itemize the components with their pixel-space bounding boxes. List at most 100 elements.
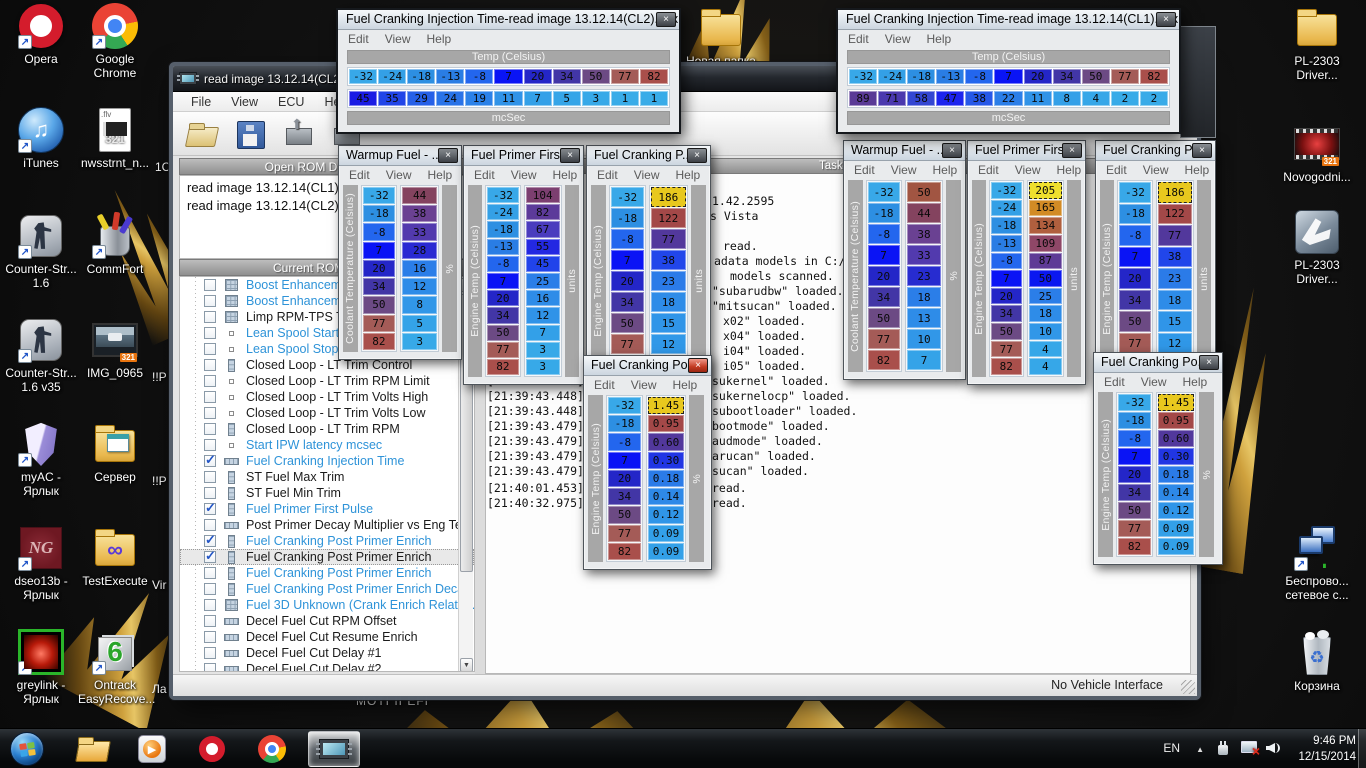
tree-row[interactable]: Decel Fuel Cut Delay #2	[180, 661, 474, 672]
tree-checkbox[interactable]	[204, 407, 216, 419]
desktop-icon-testexecute[interactable]: ∞TestExecute	[78, 524, 152, 588]
value-cell[interactable]: 122	[651, 208, 687, 228]
value-cell[interactable]: 25	[1029, 288, 1062, 305]
value-cell[interactable]: 38	[965, 91, 993, 106]
selected-value-cell[interactable]: 205	[1029, 182, 1062, 199]
value-cell[interactable]: 5	[402, 315, 437, 332]
desktop-icon-greylink[interactable]: ↗greylink - Ярлык	[4, 628, 78, 706]
fuel-cranking-post-center-titlebar[interactable]: Fuel Cranking Po...×	[584, 356, 711, 376]
value-cell[interactable]: 12	[402, 278, 437, 295]
value-cell[interactable]: 0.14	[1158, 484, 1194, 501]
value-cell[interactable]: 8	[402, 296, 437, 313]
desktop-icon-novogodni[interactable]: 321Novogodni...	[1280, 120, 1354, 184]
cranking-injection-cl1-menu-help[interactable]: Help	[926, 32, 951, 46]
tree-checkbox[interactable]	[204, 295, 216, 307]
close-icon[interactable]: ×	[560, 148, 580, 163]
close-icon[interactable]: ×	[656, 12, 676, 27]
value-cell[interactable]: 24	[436, 91, 464, 106]
value-cell[interactable]: 38	[651, 250, 687, 270]
close-icon[interactable]: ×	[1062, 143, 1082, 158]
value-cell[interactable]: 2	[1111, 91, 1139, 106]
network-error-icon[interactable]	[1241, 740, 1258, 756]
desktop-icon-opera[interactable]: ↗Opera	[4, 2, 78, 66]
value-cell[interactable]: 38	[1158, 247, 1192, 268]
value-cell[interactable]: 3	[526, 359, 560, 375]
fuel-cranking-post-left-menu-edit[interactable]: Edit	[597, 168, 618, 182]
value-cell[interactable]: 58	[907, 91, 935, 106]
value-cell[interactable]: 0.09	[1158, 520, 1194, 537]
fuel-primer-right-titlebar[interactable]: Fuel Primer Firs...×	[968, 141, 1085, 161]
selected-value-cell[interactable]: 1.45	[648, 397, 684, 414]
value-cell[interactable]: 0.12	[648, 506, 684, 523]
tree-row[interactable]: ST Fuel Max Trim	[180, 469, 474, 485]
tree-row[interactable]: Fuel Cranking Post Primer Enrich	[180, 533, 474, 549]
value-cell[interactable]: 0.18	[648, 470, 684, 487]
hidden-icons-arrow[interactable]: ▲	[1196, 745, 1204, 754]
value-cell[interactable]: 15	[1158, 311, 1192, 332]
warmup-fuel-left-menu-edit[interactable]: Edit	[349, 168, 370, 182]
value-cell[interactable]: 18	[907, 287, 942, 307]
show-desktop-button[interactable]	[1358, 729, 1366, 768]
fuel-cranking-post-right-menu-edit[interactable]: Edit	[1106, 163, 1127, 177]
value-cell[interactable]: 89	[849, 91, 877, 106]
save-rom-icon[interactable]	[233, 118, 267, 150]
warmup-fuel-left-menu-view[interactable]: View	[386, 168, 412, 182]
fuel-primer-right-menu-edit[interactable]: Edit	[978, 163, 999, 177]
desktop-icon-nwsstrnt[interactable]: 321.flvnwsstrnt_n...	[78, 106, 152, 170]
value-cell[interactable]: 3	[526, 342, 560, 358]
selected-value-cell[interactable]: 186	[1158, 182, 1192, 203]
fuel-primer-left-menu-view[interactable]: View	[511, 168, 537, 182]
resize-grip[interactable]	[1181, 680, 1195, 694]
fuel-cranking-post-left-menu-view[interactable]: View	[634, 168, 660, 182]
main-menu-file[interactable]: File	[181, 95, 221, 109]
value-cell[interactable]: 16	[526, 290, 560, 306]
value-cell[interactable]: 10	[907, 329, 942, 349]
power-plug-icon[interactable]	[1216, 741, 1230, 756]
taskbar-chrome-button[interactable]	[246, 731, 298, 767]
value-cell[interactable]: 33	[402, 223, 437, 240]
value-cell[interactable]: 0.60	[1158, 430, 1194, 447]
main-menu-view[interactable]: View	[221, 95, 268, 109]
value-cell[interactable]: 7	[526, 325, 560, 341]
value-cell[interactable]: 12	[1158, 333, 1192, 354]
taskbar-wmp-button[interactable]	[126, 731, 178, 767]
value-cell[interactable]: 3	[402, 333, 437, 350]
tree-row[interactable]: ST Fuel Min Trim	[180, 485, 474, 501]
value-cell[interactable]: 2	[1140, 91, 1168, 106]
value-cell[interactable]: 3	[582, 91, 610, 106]
open-rom-icon[interactable]	[185, 118, 219, 150]
tree-row[interactable]: Start IPW latency mcsec	[180, 437, 474, 453]
warmup-fuel-right-menu-edit[interactable]: Edit	[854, 163, 875, 177]
value-cell[interactable]: 15	[651, 313, 687, 333]
value-cell[interactable]: 55	[526, 239, 560, 255]
value-cell[interactable]: 12	[526, 307, 560, 323]
tree-row[interactable]: Closed Loop - LT Trim RPM Limit	[180, 373, 474, 389]
desktop-icon-ontrack[interactable]: 6↗Ontrack EasyRecove...	[78, 628, 152, 706]
fuel-cranking-post-right2-menu-view[interactable]: View	[1141, 375, 1167, 389]
tree-row[interactable]: Fuel Cranking Post Primer Enrich Decay	[180, 581, 474, 597]
value-cell[interactable]: 87	[1029, 253, 1062, 270]
tree-checkbox[interactable]	[204, 327, 216, 339]
fuel-primer-left-menu-edit[interactable]: Edit	[474, 168, 495, 182]
warmup-fuel-right-menu-help[interactable]: Help	[932, 163, 957, 177]
close-icon[interactable]: ×	[1156, 12, 1176, 27]
desktop-icon-cs16v35[interactable]: ↗Counter-Str... 1.6 v35	[4, 316, 78, 394]
fuel-primer-left-titlebar[interactable]: Fuel Primer Firs...×	[464, 146, 583, 166]
value-cell[interactable]: 0.12	[1158, 502, 1194, 519]
value-cell[interactable]: 134	[1029, 217, 1062, 234]
tree-checkbox[interactable]	[204, 535, 216, 547]
warmup-fuel-right-menu-view[interactable]: View	[891, 163, 917, 177]
value-cell[interactable]: 0.09	[1158, 538, 1194, 555]
tree-row[interactable]: Fuel 3D Unknown (Crank Enrich Relate...	[180, 597, 474, 613]
tree-row[interactable]: Closed Loop - LT Trim Volts Low	[180, 405, 474, 421]
taskbar-opera-button[interactable]	[186, 731, 238, 767]
tree-checkbox[interactable]	[204, 599, 216, 611]
value-cell[interactable]: 0.95	[1158, 412, 1194, 429]
fuel-cranking-post-right-titlebar[interactable]: Fuel Cranking P...×	[1096, 141, 1215, 161]
value-cell[interactable]: 0.95	[648, 415, 684, 432]
desktop-icon-server[interactable]: Сервер	[78, 420, 152, 484]
desktop-icon-commfort[interactable]: ↗CommFort	[78, 212, 152, 276]
value-cell[interactable]: 38	[402, 205, 437, 222]
value-cell[interactable]: 18	[651, 292, 687, 312]
value-cell[interactable]: 0.30	[1158, 448, 1194, 465]
